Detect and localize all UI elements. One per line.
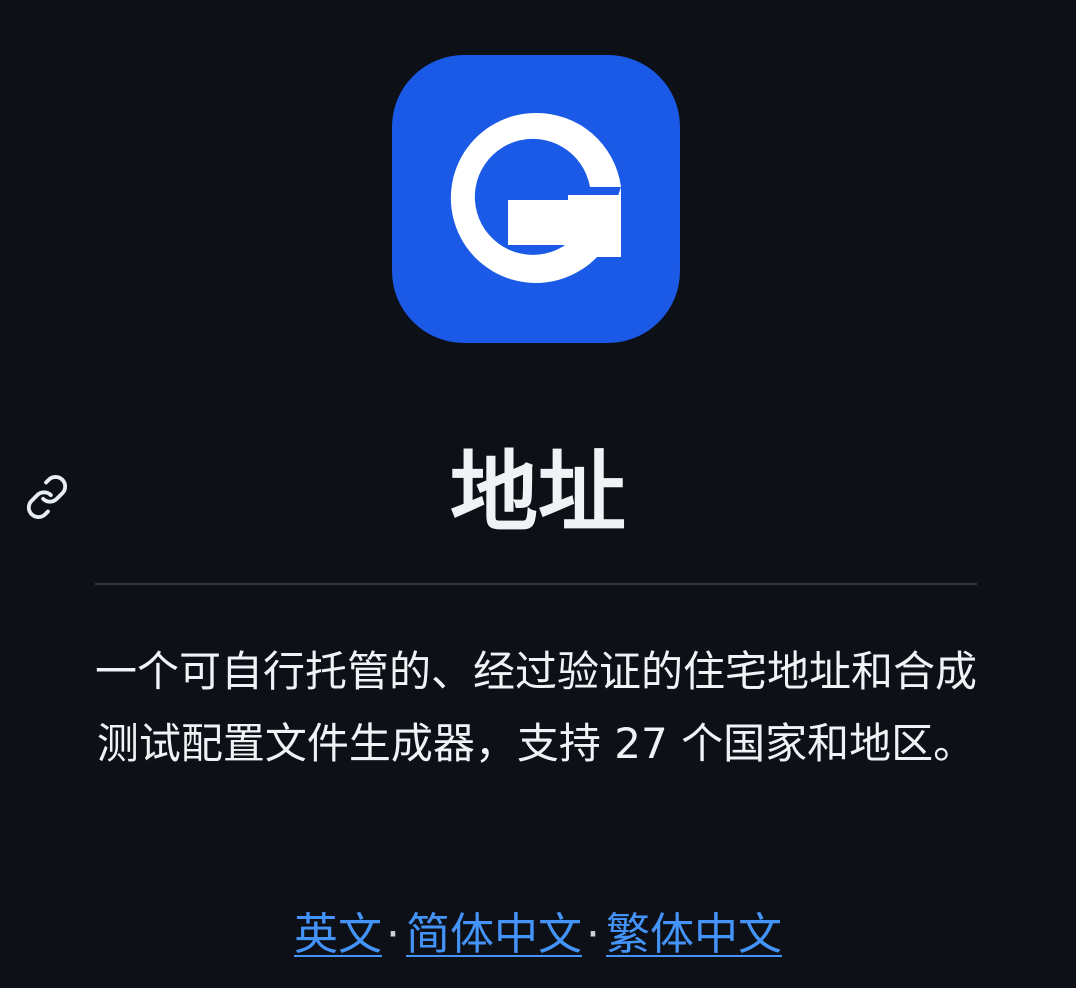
language-link-english[interactable]: 英文 — [294, 909, 382, 960]
project-description: 一个可自行托管的、经过验证的住宅地址和合成测试配置文件生成器，支持 27 个国家… — [95, 647, 978, 768]
page-title: 地址 — [449, 441, 626, 544]
language-switcher: 英文· 简体中文· 繁体中文 — [0, 900, 1076, 970]
g-letter-logo-icon — [450, 112, 621, 283]
language-link-traditional-chinese[interactable]: 繁体中文 — [606, 909, 782, 960]
language-separator: · — [386, 909, 400, 960]
app-logo — [392, 55, 680, 343]
language-link-simplified-chinese[interactable]: 简体中文 — [406, 909, 582, 960]
title-divider — [95, 583, 977, 585]
language-separator: · — [586, 909, 600, 960]
